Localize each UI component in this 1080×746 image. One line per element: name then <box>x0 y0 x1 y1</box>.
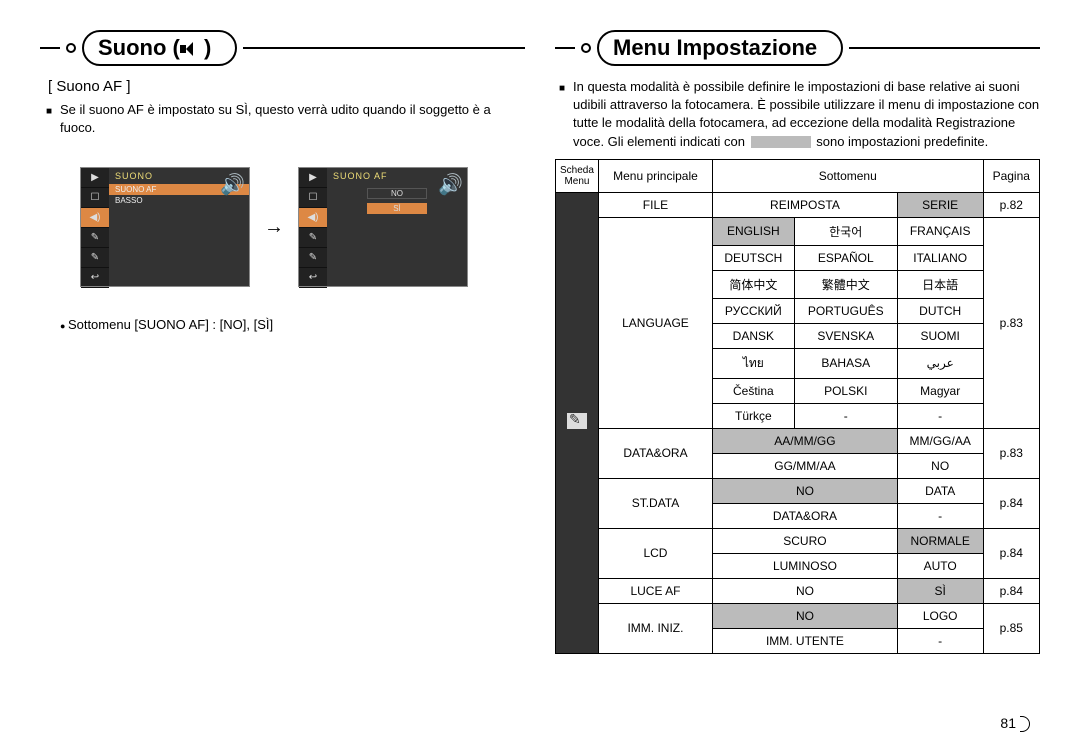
col-pagina: Pagina <box>983 159 1040 192</box>
setup-tool-icon <box>567 413 587 429</box>
menu-screenshots: ▶☐◀)✎✎↩ 🔊 SUONO SUONO AF BASSO → ▶☐◀)✎✎↩… <box>80 167 525 287</box>
page-number: 81 <box>1000 715 1030 732</box>
sound-af-description: ■Se il suono AF è impostato su SÌ, quest… <box>60 101 525 137</box>
table-row: IMM. INIZ. NOLOGO p.85 <box>556 603 1040 628</box>
screenshot-menu-1: ▶☐◀)✎✎↩ 🔊 SUONO SUONO AF BASSO <box>80 167 250 287</box>
table-row: LCD SCURONORMALE p.84 <box>556 528 1040 553</box>
speaker-icon: 🔊 <box>220 172 245 197</box>
col-menu-principale: Menu principale <box>598 159 712 192</box>
submenu-values: Sottomenu [SUONO AF] : [NO], [SÌ] <box>60 317 525 332</box>
settings-description: ■In questa modalità è possibile definire… <box>573 78 1040 151</box>
col-sottomenu: Sottomenu <box>713 159 983 192</box>
arrow-right-icon: → <box>264 216 284 239</box>
speaker-icon <box>180 42 198 56</box>
sound-section-header: Suono ( ) <box>40 30 525 66</box>
sound-title: Suono ( <box>98 35 180 60</box>
col-scheda-menu: Scheda Menu <box>556 159 599 192</box>
sound-af-subtitle: [ Suono AF ] <box>48 78 525 95</box>
table-row: ST.DATA NODATA p.84 <box>556 478 1040 503</box>
speaker-icon: 🔊 <box>438 172 463 197</box>
table-row: FILE REIMPOSTA SERIE p.82 <box>556 192 1040 217</box>
settings-section-header: Menu Impostazione <box>555 30 1040 66</box>
table-row: DATA&ORA AA/MM/GGMM/GG/AA p.83 <box>556 428 1040 453</box>
settings-title: Menu Impostazione <box>597 30 843 66</box>
table-row: LANGUAGE ENGLISH한국어FRANÇAIS p.83 <box>556 217 1040 245</box>
screenshot-menu-2: ▶☐◀)✎✎↩ 🔊 SUONO AF NO SÌ <box>298 167 468 287</box>
table-row: LUCE AF NOSÌ p.84 <box>556 578 1040 603</box>
tab-icon-cell <box>556 192 599 653</box>
settings-table: Scheda Menu Menu principale Sottomenu Pa… <box>555 159 1040 654</box>
default-highlight-sample <box>751 136 811 148</box>
